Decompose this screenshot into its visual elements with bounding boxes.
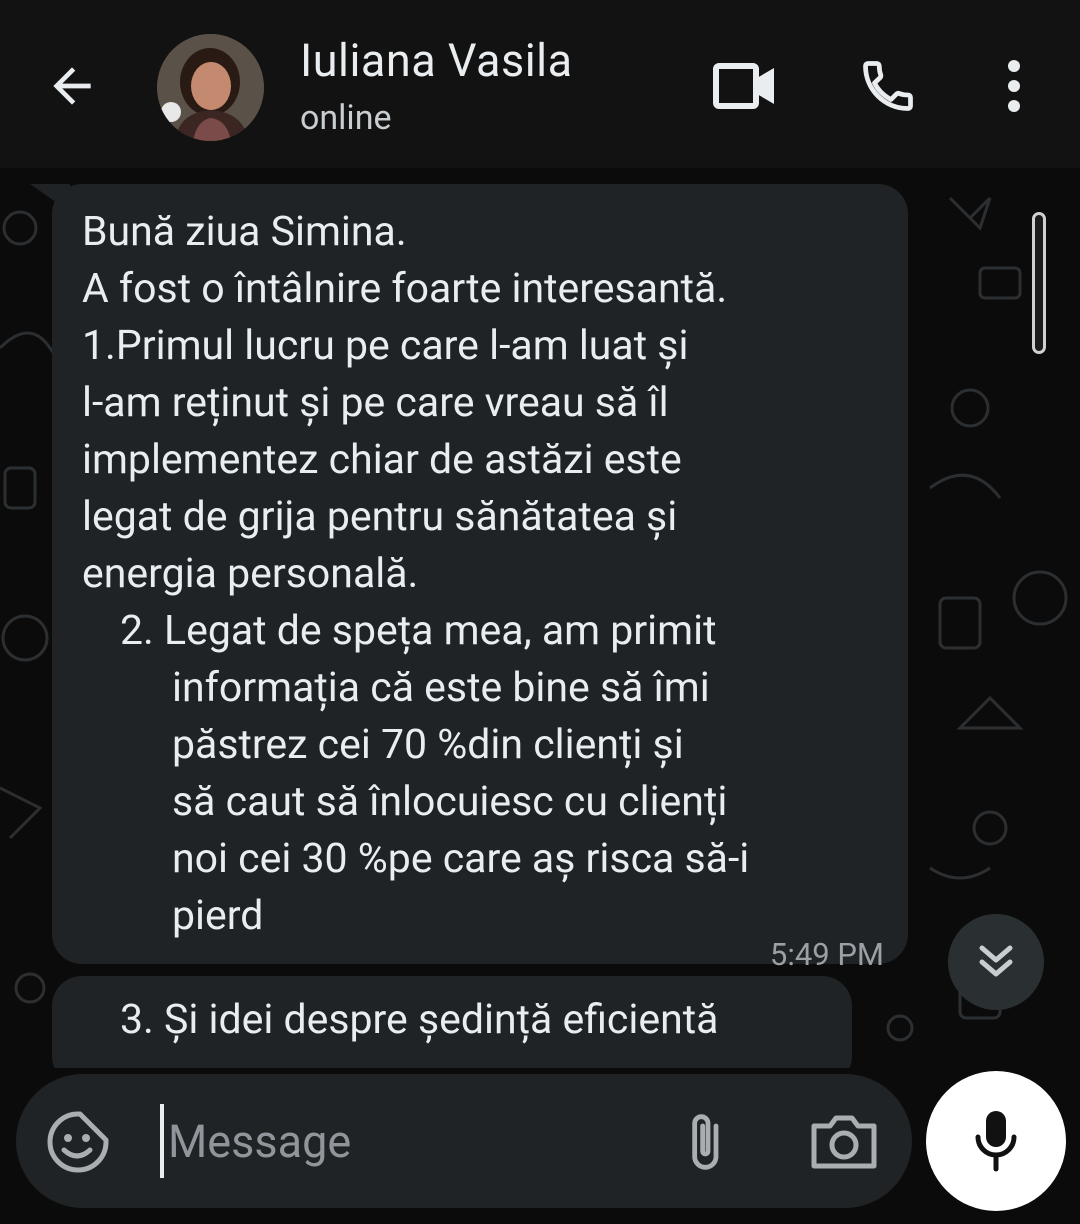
voice-message-button[interactable] (926, 1071, 1066, 1211)
contact-name[interactable]: Iuliana Vasila (300, 34, 573, 87)
video-camera-icon (713, 63, 774, 109)
emoji-button[interactable] (46, 1110, 110, 1174)
back-button[interactable] (40, 54, 104, 118)
voice-call-button[interactable] (852, 50, 924, 122)
message-line: informația că este bine să îmi (172, 664, 710, 712)
message-line: 1.Primul lucru pe care l-am luat și (82, 322, 689, 370)
camera-icon (811, 1115, 877, 1169)
message-list[interactable]: Bună ziua Simina. A fost o întâlnire foa… (0, 168, 1080, 1068)
arrow-left-icon (53, 67, 91, 105)
paperclip-icon (692, 1114, 719, 1170)
message-line: Bună ziua Simina. (82, 208, 407, 256)
message-line: 2. Legat de speța mea, am primit (120, 607, 717, 655)
video-call-button[interactable] (708, 50, 780, 122)
chat-header: Iuliana Vasila online (0, 0, 1080, 168)
message-line: să caut să înlocuiesc cu clienți (172, 778, 728, 826)
message-bubble[interactable]: 3. Și idei despre ședință eficientă (52, 976, 852, 1068)
message-line: 3. Și idei despre ședință eficientă (120, 996, 719, 1044)
attach-button[interactable] (672, 1110, 736, 1174)
microphone-icon (975, 1111, 1017, 1172)
message-composer (16, 1074, 912, 1208)
phone-icon (863, 61, 913, 111)
message-line: noi cei 30 %pe care aș risca să-i (172, 835, 750, 883)
message-line: energia personală. (82, 550, 419, 598)
message-line: păstrez cei 70 %din clienți și (172, 721, 684, 769)
message-bubble[interactable]: Bună ziua Simina. A fost o întâlnire foa… (52, 184, 908, 973)
message-timestamp: 5:49 PM (769, 936, 884, 973)
more-options-button[interactable] (978, 50, 1050, 122)
scroll-to-bottom-button[interactable] (948, 914, 1044, 1010)
double-chevron-down-icon (979, 945, 1013, 977)
message-line: pierd (172, 892, 264, 940)
message-input[interactable] (168, 1110, 648, 1172)
sticker-emoji-icon (47, 1111, 109, 1173)
message-line: A fost o întâlnire foarte interesantă. (82, 265, 728, 313)
contact-avatar[interactable] (157, 34, 264, 141)
camera-button[interactable] (808, 1110, 880, 1174)
text-cursor (160, 1104, 164, 1178)
more-vertical-icon (1008, 60, 1020, 112)
avatar-photo (157, 34, 264, 141)
message-line: legat de grija pentru sănătatea și (82, 493, 678, 541)
scrollbar[interactable] (1032, 212, 1046, 354)
message-line: implementez chiar de astăzi este (82, 436, 682, 484)
message-line: l-am reținut și pe care vreau să îl (82, 379, 669, 427)
contact-status: online (300, 98, 392, 138)
